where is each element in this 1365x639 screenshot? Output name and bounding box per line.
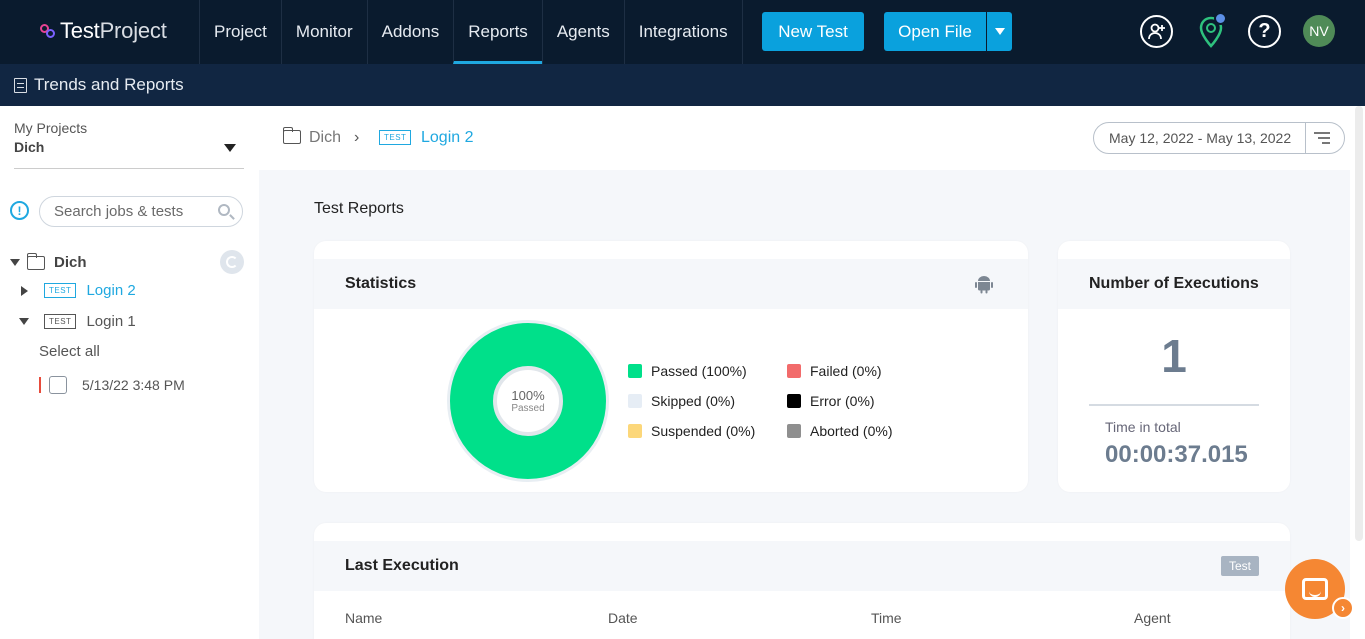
page-title: Trends and Reports — [34, 75, 184, 94]
project-selector-value[interactable]: Dich — [14, 139, 44, 155]
main-nav: Project Monitor Addons Reports Agents In… — [199, 0, 743, 64]
open-file-dropdown-button[interactable] — [987, 12, 1012, 51]
chat-icon — [1302, 578, 1328, 600]
nav-agents[interactable]: Agents — [541, 0, 624, 64]
time-total-label: Time in total — [1105, 419, 1181, 435]
new-test-button[interactable]: New Test — [762, 12, 864, 51]
sidebar: My Projects Dich ! Search jobs & tests D… — [0, 106, 259, 639]
chevron-right-icon: › — [354, 129, 360, 146]
statistics-title: Statistics — [314, 259, 1028, 309]
section-header: Trends and Reports — [0, 64, 1365, 106]
divider — [14, 168, 244, 169]
nav-project[interactable]: Project — [199, 0, 281, 64]
info-icon[interactable]: ! — [10, 201, 29, 220]
tree-folder-label: Dich — [54, 254, 87, 271]
folder-icon — [26, 252, 45, 270]
question-icon: ? — [1258, 20, 1271, 42]
status-donut-chart[interactable]: 100% Passed — [447, 320, 609, 482]
executions-card: Number of Executions 1 Time in total 00:… — [1058, 241, 1290, 492]
tree-item-login-2[interactable]: TEST Login 2 — [21, 282, 136, 299]
chat-expand-button[interactable]: › — [1332, 597, 1354, 619]
search-input[interactable]: Search jobs & tests — [39, 196, 243, 227]
nav-addons[interactable]: Addons — [366, 0, 454, 64]
add-user-icon — [1147, 23, 1165, 39]
nav-integrations[interactable]: Integrations — [623, 0, 743, 64]
run-checkbox[interactable] — [49, 376, 67, 394]
statistics-card: Statistics 100% Passed Passed (100%) Fai… — [314, 241, 1028, 492]
executions-title: Number of Executions — [1058, 259, 1290, 309]
agent-badge-icon — [1214, 12, 1227, 25]
test-tag: TEST — [44, 283, 77, 298]
donut-percent: 100% — [511, 388, 545, 403]
donut-label: Passed — [511, 403, 545, 414]
breadcrumb-folder[interactable]: Dich — [309, 129, 341, 147]
breadcrumb: Dich › TEST Login 2 May 12, 2022 - May 1… — [259, 106, 1365, 170]
legend-suspended[interactable]: Suspended (0%) — [628, 423, 755, 439]
search-icon — [218, 204, 230, 216]
my-projects-label: My Projects — [14, 120, 88, 136]
donut-center: 100% Passed — [493, 366, 563, 436]
invite-user-button[interactable] — [1140, 15, 1173, 48]
column-date: Date — [608, 610, 638, 626]
legend-skipped[interactable]: Skipped (0%) — [628, 393, 735, 409]
column-name: Name — [345, 610, 383, 626]
select-all-link[interactable]: Select all — [39, 343, 100, 360]
chevron-down-icon[interactable] — [224, 144, 236, 152]
nav-reports[interactable]: Reports — [453, 0, 542, 64]
folder-icon — [282, 127, 301, 144]
main-content: Test Reports Statistics 100% Passed Pass… — [259, 170, 1350, 639]
help-button[interactable]: ? — [1248, 15, 1281, 48]
nav-monitor[interactable]: Monitor — [280, 0, 367, 64]
legend-error[interactable]: Error (0%) — [787, 393, 875, 409]
date-range-value: May 12, 2022 - May 13, 2022 — [1109, 130, 1292, 146]
android-icon — [975, 276, 993, 294]
refresh-icon — [226, 256, 238, 268]
agent-status-button[interactable] — [1194, 12, 1227, 48]
divider — [1089, 404, 1259, 406]
legend-failed[interactable]: Failed (0%) — [787, 363, 882, 379]
tree-folder-row[interactable]: Dich — [10, 252, 87, 271]
tree-item-login-1[interactable]: TEST Login 1 — [19, 313, 136, 330]
chevron-down-icon — [994, 28, 1005, 35]
run-timestamp: 5/13/22 3:48 PM — [82, 377, 185, 393]
expand-down-icon[interactable] — [10, 259, 20, 266]
top-navbar: TestProject Project Monitor Addons Repor… — [0, 0, 1365, 64]
document-icon — [14, 77, 27, 93]
executions-count: 1 — [1161, 330, 1187, 382]
expand-down-icon[interactable] — [19, 318, 29, 325]
test-tag: TEST — [44, 314, 77, 329]
column-agent: Agent — [1134, 610, 1171, 626]
test-tag: TEST — [379, 130, 412, 145]
refresh-button[interactable] — [220, 250, 244, 274]
open-file-button[interactable]: Open File — [884, 12, 986, 51]
time-total-value: 00:00:37.015 — [1105, 441, 1248, 468]
logo-icon — [40, 23, 56, 39]
search-placeholder: Search jobs & tests — [54, 203, 184, 220]
filter-icon[interactable] — [1306, 123, 1344, 153]
legend-aborted[interactable]: Aborted (0%) — [787, 423, 892, 439]
last-execution-card: Last Execution Test Name Date Time Agent — [314, 523, 1290, 639]
scrollbar-thumb[interactable] — [1355, 106, 1363, 541]
date-range-picker[interactable]: May 12, 2022 - May 13, 2022 — [1093, 122, 1345, 154]
tree-item-label: Login 2 — [86, 282, 136, 299]
user-avatar[interactable]: NV — [1303, 15, 1335, 47]
column-time: Time — [871, 610, 902, 626]
run-row[interactable]: 5/13/22 3:48 PM — [39, 376, 185, 394]
test-reports-title: Test Reports — [314, 200, 404, 217]
tree-item-label: Login 1 — [86, 313, 136, 330]
test-type-badge: Test — [1220, 556, 1259, 576]
breadcrumb-test[interactable]: Login 2 — [421, 129, 474, 147]
testproject-logo[interactable]: TestProject — [40, 18, 167, 44]
legend-passed[interactable]: Passed (100%) — [628, 363, 747, 379]
last-execution-title: Last Execution — [314, 541, 1290, 591]
failed-marker — [39, 377, 41, 393]
expand-right-icon[interactable] — [21, 285, 28, 296]
